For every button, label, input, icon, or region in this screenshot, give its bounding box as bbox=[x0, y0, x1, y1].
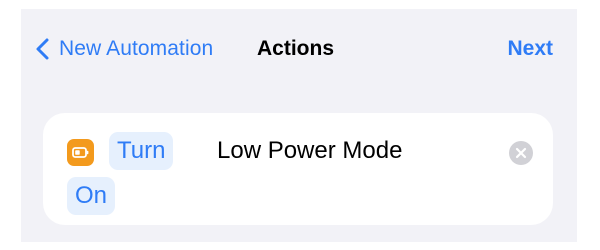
next-button[interactable]: Next bbox=[507, 37, 553, 61]
on-parameter-button[interactable]: On bbox=[67, 177, 116, 215]
back-button-label: New Automation bbox=[59, 37, 214, 60]
action-name: Low Power Mode bbox=[217, 137, 403, 164]
turn-parameter-button[interactable]: Turn bbox=[109, 132, 174, 170]
clear-icon[interactable] bbox=[509, 141, 533, 165]
shortcuts-screen: New Automation Actions Next Turn Low Pow… bbox=[21, 9, 577, 242]
back-button[interactable]: New Automation bbox=[33, 37, 213, 61]
action-card: Turn Low Power Mode On bbox=[43, 113, 553, 225]
battery-icon bbox=[67, 139, 94, 166]
chevron-left-icon bbox=[36, 38, 49, 60]
page-title: Actions bbox=[257, 37, 335, 60]
